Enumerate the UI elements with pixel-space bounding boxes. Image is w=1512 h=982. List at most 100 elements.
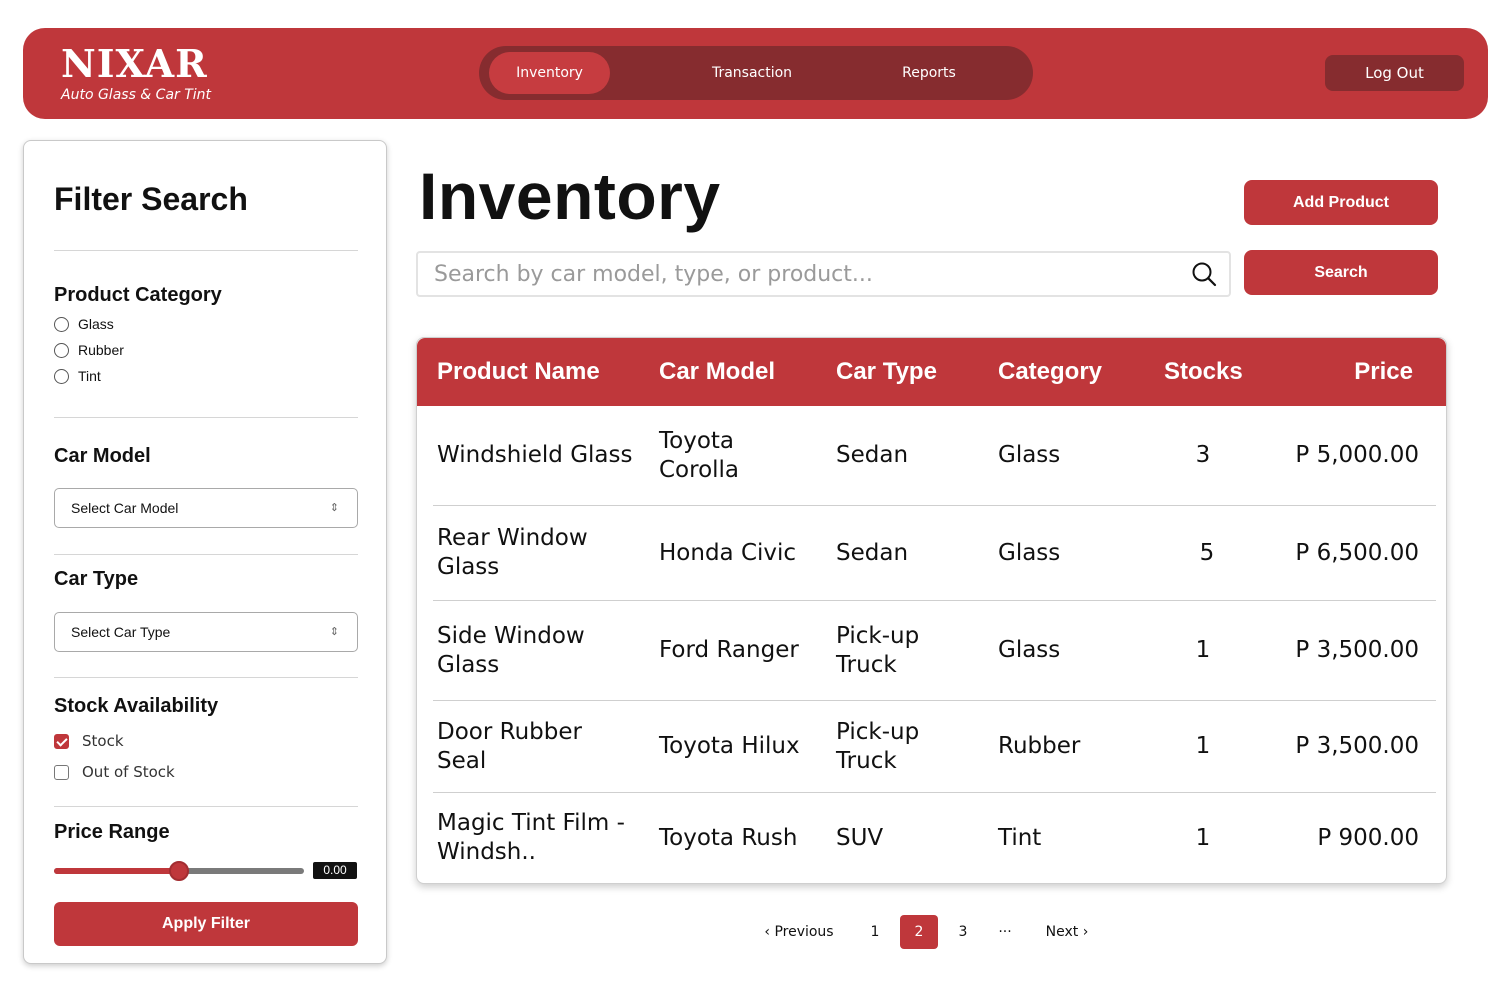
price-value-badge: 0.00 (313, 862, 357, 879)
column-header[interactable]: Product Name (437, 338, 600, 406)
car-type-select-value: Select Car Type (71, 624, 171, 640)
column-header[interactable]: Price (1354, 338, 1413, 406)
logout-button[interactable]: Log Out (1325, 55, 1464, 91)
top-bar: NIXAR Auto Glass & Car Tint Inventory Tr… (23, 28, 1488, 119)
cell-price: P 900.00 (1317, 824, 1419, 851)
car-type-select[interactable]: Select Car Type ⇕ (54, 612, 358, 652)
table-row[interactable]: Rear Window Glass Honda Civic Sedan Glas… (433, 506, 1436, 601)
price-slider-fill (54, 868, 179, 874)
price-slider-thumb[interactable] (169, 861, 189, 881)
radio-label: Rubber (78, 342, 124, 358)
cell-category: Glass (998, 539, 1061, 566)
pagination-next[interactable]: Next › (1034, 915, 1100, 949)
pagination-ellipsis: ··· (998, 924, 1012, 940)
radio-rubber[interactable]: Rubber (54, 342, 124, 358)
divider (54, 417, 358, 418)
brand-name: NIXAR (61, 41, 208, 86)
price-slider[interactable] (54, 861, 304, 881)
cell-car-model: Toyota Corolla (659, 427, 740, 483)
table-header: Product Name Car Model Car Type Category… (417, 338, 1446, 406)
column-header[interactable]: Car Model (659, 338, 775, 406)
radio-label: Glass (78, 316, 114, 332)
cell-car-model: Honda Civic (659, 539, 797, 566)
checkbox-label: Stock (82, 732, 124, 750)
pagination-page-3[interactable]: 3 (946, 915, 980, 949)
divider (54, 554, 358, 555)
car-model-select[interactable]: Select Car Model ⇕ (54, 488, 358, 528)
cell-category: Glass (998, 637, 1061, 663)
cell-product-name: Rear Window Glass (437, 525, 588, 580)
pagination-previous[interactable]: ‹ Previous (752, 915, 846, 949)
nav-tab-inventory[interactable]: Inventory (489, 52, 610, 94)
cell-price: P 3,500.00 (1295, 733, 1419, 759)
radio-label: Tint (78, 368, 101, 384)
previous-label: Previous (774, 924, 834, 940)
search-icon[interactable] (1191, 261, 1217, 287)
table-row[interactable]: Side Window Glass Ford Ranger Pick-up Tr… (433, 601, 1436, 701)
column-header[interactable]: Stocks (1164, 338, 1243, 406)
column-header[interactable]: Category (998, 338, 1102, 406)
filter-sidebar: Filter Search Product Category Glass Rub… (23, 140, 387, 964)
page-title: Inventory (419, 159, 721, 233)
radio-circle-icon (54, 342, 69, 358)
cell-product-name: Magic Tint Film - Windsh.. (437, 810, 625, 865)
pagination-page-1[interactable]: 1 (858, 915, 892, 949)
checkbox-stock[interactable]: Stock (54, 732, 124, 750)
cell-car-model: Toyota Hilux (659, 733, 800, 759)
cell-car-type: Sedan (836, 539, 909, 566)
pagination-page-2[interactable]: 2 (900, 915, 938, 949)
radio-circle-icon (54, 316, 69, 332)
search-input[interactable] (418, 253, 1178, 295)
radio-tint[interactable]: Tint (54, 368, 101, 384)
chevron-updown-icon: ⇕ (329, 502, 339, 514)
table-row[interactable]: Magic Tint Film - Windsh.. Toyota Rush S… (433, 793, 1436, 883)
add-product-button[interactable]: Add Product (1244, 180, 1438, 225)
filter-title: Filter Search (54, 181, 248, 217)
chevron-right-icon: › (1078, 924, 1089, 940)
table-row[interactable]: Door Rubber Seal Toyota Hilux Pick-up Tr… (433, 701, 1436, 793)
divider (54, 806, 358, 807)
car-model-select-value: Select Car Model (71, 500, 179, 516)
divider (54, 250, 358, 251)
cell-product-name: Door Rubber Seal (437, 718, 582, 774)
table-row[interactable]: Windshield Glass Toyota Corolla Sedan Gl… (433, 406, 1436, 506)
brand-logo[interactable]: NIXAR Auto Glass & Car Tint (61, 44, 211, 104)
cell-category: Rubber (998, 733, 1081, 759)
radio-circle-icon (54, 368, 69, 384)
price-range-heading: Price Range (54, 821, 170, 843)
brand-subtitle: Auto Glass & Car Tint (61, 87, 212, 103)
chevron-updown-icon: ⇕ (329, 626, 339, 638)
next-label: Next (1045, 924, 1079, 940)
checkbox-out-of-stock[interactable]: Out of Stock (54, 763, 175, 781)
car-model-heading: Car Model (54, 445, 151, 467)
column-header[interactable]: Car Type (836, 338, 937, 406)
main-nav: Inventory Transaction Reports (479, 46, 1033, 100)
cell-car-type: Sedan (836, 442, 909, 468)
cell-price: P 3,500.00 (1295, 637, 1419, 663)
search-field (416, 251, 1231, 297)
car-type-heading: Car Type (54, 568, 139, 590)
nav-tab-transaction[interactable]: Transaction (689, 52, 815, 94)
cell-product-name: Side Window Glass (437, 622, 585, 678)
stock-availability-heading: Stock Availability (54, 695, 219, 717)
cell-category: Glass (998, 442, 1061, 468)
cell-car-type: SUV (836, 824, 884, 851)
cell-car-type: Pick-up Truck (836, 622, 920, 678)
checkbox-label: Out of Stock (82, 763, 175, 781)
inventory-table: Product Name Car Model Car Type Category… (416, 337, 1447, 884)
chevron-left-icon: ‹ (764, 924, 775, 940)
cell-car-model: Ford Ranger (659, 637, 799, 663)
radio-glass[interactable]: Glass (54, 316, 114, 332)
checkbox-unchecked-icon (54, 764, 69, 780)
product-category-heading: Product Category (54, 284, 222, 306)
cell-car-type: Pick-up Truck (836, 718, 920, 774)
search-button[interactable]: Search (1244, 250, 1438, 295)
cell-price: P 6,500.00 (1295, 539, 1419, 566)
nav-tab-reports[interactable]: Reports (884, 52, 974, 94)
cell-product-name: Windshield Glass (437, 442, 633, 468)
divider (54, 677, 358, 678)
apply-filter-button[interactable]: Apply Filter (54, 902, 358, 946)
cell-price: P 5,000.00 (1295, 442, 1419, 468)
cell-car-model: Toyota Rush (659, 824, 798, 851)
checkbox-checked-icon (54, 733, 69, 749)
